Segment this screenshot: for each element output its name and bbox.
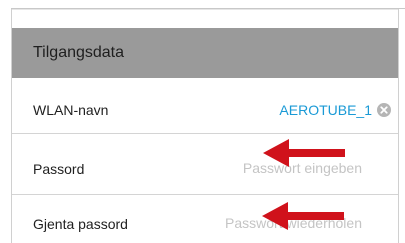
repeat-password-label: Gjenta passord	[33, 216, 128, 232]
repeat-password-row: Gjenta passord	[12, 195, 398, 243]
wlan-access-screen: Tilgangsdata WLAN-navn AEROTUBE_1 Passor…	[0, 0, 405, 243]
panel-header: Tilgangsdata	[12, 28, 398, 78]
repeat-password-input[interactable]	[162, 213, 362, 233]
panel-title: Tilgangsdata	[33, 44, 125, 61]
wlan-name-value[interactable]: AEROTUBE_1	[279, 102, 372, 118]
wlan-name-row[interactable]: WLAN-navn AEROTUBE_1	[12, 78, 398, 133]
panel-spacer	[12, 9, 398, 29]
password-label: Passord	[33, 161, 85, 177]
password-input[interactable]	[182, 158, 362, 178]
password-row: Passord	[12, 134, 398, 194]
clear-circle-icon[interactable]	[377, 103, 391, 117]
access-data-panel: Tilgangsdata WLAN-navn AEROTUBE_1 Passor…	[11, 9, 399, 243]
wlan-name-label: WLAN-navn	[33, 102, 109, 118]
